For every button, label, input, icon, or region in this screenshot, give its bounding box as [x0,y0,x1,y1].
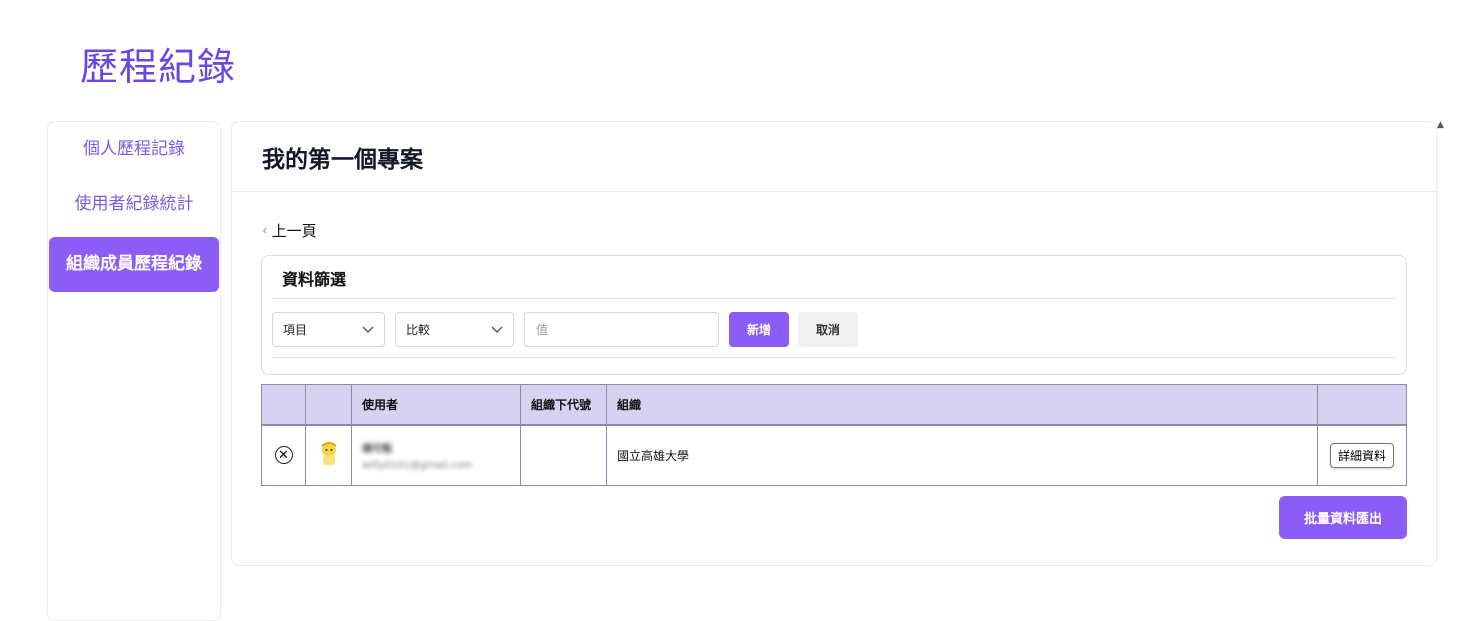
compare-select[interactable]: 比較 [395,312,514,347]
sidebar: 個人歷程記錄 使用者紀錄統計 組織成員歷程紀錄 [47,121,221,621]
chevron-down-icon [362,326,374,333]
column-header-avatar [305,384,352,426]
field-select[interactable]: 項目 [272,312,385,347]
column-header-actions [1317,384,1407,426]
column-header-remove [261,384,306,426]
value-input[interactable] [524,312,719,347]
table-row: ✕ 楊可甄 willy0101@gmail.com 國立高雄大學 詳細資料 [261,424,1407,486]
avatar [320,441,337,465]
card-header: 我的第一個專案 [232,122,1436,192]
filter-row: 項目 比較 新增 取消 [272,312,1396,358]
filter-title: 資料篩選 [272,266,1396,299]
project-title: 我的第一個專案 [262,146,423,173]
cancel-filter-button[interactable]: 取消 [798,312,858,347]
back-link[interactable]: ‹ 上一頁 [262,220,317,241]
user-cell: 楊可甄 willy0101@gmail.com [351,424,521,486]
main-card: 我的第一個專案 ‹ 上一頁 資料篩選 項目 比較 新增 取消 使用者 [231,121,1437,566]
sidebar-item-org-member-records[interactable]: 組織成員歷程紀錄 [49,237,219,292]
add-filter-button[interactable]: 新增 [729,312,789,347]
sidebar-item-user-stats[interactable]: 使用者紀錄統計 [49,182,219,227]
table-header-row: 使用者 組織下代號 組織 [261,384,1407,426]
sidebar-item-personal-records[interactable]: 個人歷程記錄 [49,127,219,172]
user-name: 楊可甄 [362,443,392,455]
scroll-up-arrow-icon[interactable]: ▲ [1437,120,1444,130]
bulk-export-button[interactable]: 批量資料匯出 [1279,496,1407,539]
compare-select-value: 比較 [406,323,431,337]
back-label: 上一頁 [271,222,317,240]
column-header-organization: 組織 [606,384,1318,426]
avatar-cell [305,424,352,486]
organization-cell: 國立高雄大學 [606,424,1318,486]
user-email: willy0101@gmail.com [362,459,473,471]
details-button[interactable]: 詳細資料 [1329,442,1394,468]
column-header-org-code: 組織下代號 [520,384,607,426]
remove-cell: ✕ [261,424,306,486]
members-table: 使用者 組織下代號 組織 ✕ 楊可甄 willy0101@gmail.com 國… [261,384,1407,486]
chevron-left-icon: ‹ [262,222,268,239]
actions-cell: 詳細資料 [1317,424,1407,486]
page-title: 歷程紀錄 [80,45,237,89]
chevron-down-icon [491,326,503,333]
field-select-value: 項目 [283,323,308,337]
column-header-user: 使用者 [351,384,521,426]
org-code-cell [520,424,607,486]
remove-circle-icon[interactable]: ✕ [274,446,293,465]
filter-panel: 資料篩選 項目 比較 新增 取消 [261,255,1407,375]
